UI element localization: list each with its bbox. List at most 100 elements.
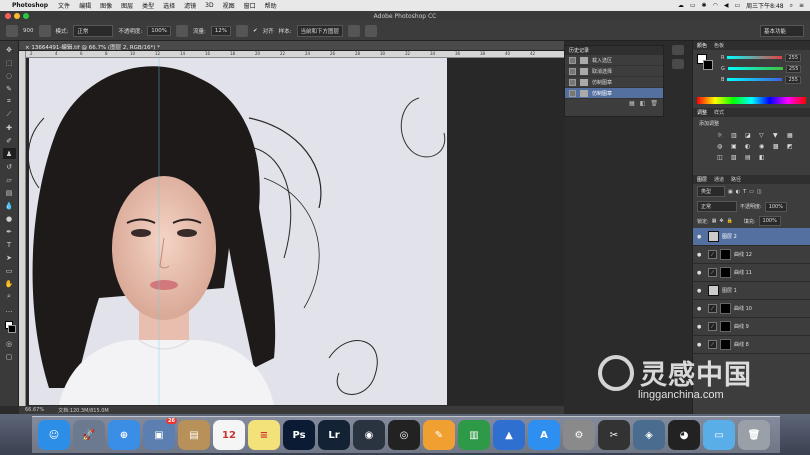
dock-app-stickies[interactable]: ≡	[248, 420, 280, 450]
layer-opacity-field[interactable]: 100%	[764, 201, 787, 212]
menu-view[interactable]: 视图	[223, 1, 235, 10]
canvas-area[interactable]	[26, 58, 564, 405]
filter-type-icon[interactable]: T	[743, 189, 746, 195]
properties-panel-icon[interactable]	[672, 59, 684, 69]
menu-type[interactable]: 类型	[142, 1, 154, 10]
tab-styles[interactable]: 样式	[714, 109, 724, 116]
adjustment-icon[interactable]: ☼	[717, 132, 727, 139]
history-item[interactable]: 载入选区	[565, 55, 663, 66]
lock-all-icon[interactable]: 🔒	[727, 218, 733, 224]
layer-row[interactable]: ● ⟋ 曲线 9	[693, 318, 810, 336]
snapshot-icon[interactable]: ◧	[640, 100, 646, 107]
delete-state-icon[interactable]: 🗑	[650, 100, 658, 107]
adjustment-icon[interactable]: ▽	[759, 132, 769, 139]
dock-app-camera-app[interactable]: ◉	[353, 420, 385, 450]
search-icon[interactable]: ⌕	[790, 2, 793, 10]
fill-field[interactable]: 100%	[758, 216, 781, 226]
history-panel-icon[interactable]	[672, 45, 684, 55]
list-icon[interactable]: ≡	[799, 2, 804, 9]
dock-app-calendar[interactable]: 12	[213, 420, 245, 450]
aligned-checkbox[interactable]: ✔	[253, 28, 258, 34]
dock-app-aperture[interactable]: ◎	[388, 420, 420, 450]
document-tab[interactable]: × 13664491-编辑.tif @ 66.7% (图层 2, RGB/16*…	[19, 41, 564, 51]
menu-filter[interactable]: 滤镜	[184, 1, 196, 10]
layer-thumbnail[interactable]	[708, 231, 719, 242]
history-item[interactable]: 仿制图章	[565, 88, 663, 99]
adjustment-icon[interactable]: ▼	[773, 132, 783, 139]
flow-field[interactable]: 12%	[210, 25, 232, 36]
clone-stamp-tool-icon[interactable]	[6, 24, 18, 37]
visibility-eye-icon[interactable]: ●	[697, 288, 705, 294]
dock-app-notes-book[interactable]: ▤	[178, 420, 210, 450]
wifi-icon[interactable]: ◠	[713, 2, 718, 9]
layer-name[interactable]: 曲线 9	[734, 323, 749, 330]
menu-image[interactable]: 图像	[100, 1, 112, 10]
dock-app-downloads-folder[interactable]: ▭	[703, 420, 735, 450]
menubar-clock[interactable]: 周三下午8:48	[746, 1, 783, 10]
adjustment-icon[interactable]: ◩	[787, 143, 797, 150]
visibility-eye-icon[interactable]: ●	[697, 306, 705, 312]
layer-name[interactable]: 曲线 8	[734, 341, 749, 348]
adjustment-icon[interactable]: ▨	[731, 154, 741, 161]
channel-slider[interactable]	[727, 67, 783, 70]
dock-app-trash[interactable]: 🗑	[738, 420, 770, 450]
eraser-tool-icon[interactable]: ▱	[3, 174, 16, 185]
ignore-adjustment-icon[interactable]	[348, 24, 361, 37]
layer-row[interactable]: ● 图层 2	[693, 228, 810, 246]
more-tools-icon[interactable]: …	[3, 304, 16, 315]
dock-app-photoshop[interactable]: Ps	[283, 420, 315, 450]
layer-thumbnail[interactable]	[708, 285, 719, 296]
filter-pixel-icon[interactable]: ▣	[728, 189, 733, 195]
dock-app-numbers[interactable]: ▥	[458, 420, 490, 450]
visibility-eye-icon[interactable]: ●	[697, 270, 705, 276]
marquee-tool-icon[interactable]: ⬚	[3, 57, 16, 68]
tab-color[interactable]: 颜色	[697, 42, 707, 49]
layer-mask-thumbnail[interactable]	[720, 303, 731, 314]
dock-app-lightroom[interactable]: Lr	[318, 420, 350, 450]
layer-kind-select[interactable]: 类型	[697, 186, 725, 197]
display-icon[interactable]: ▭	[690, 2, 696, 9]
adjustment-icon[interactable]: ▩	[773, 143, 783, 150]
dock-app-photos[interactable]: ▣ 26	[143, 418, 177, 450]
dock-app-launchpad[interactable]: 🚀	[73, 420, 105, 450]
adjustment-icon[interactable]: ▥	[731, 132, 741, 139]
mode-select[interactable]: 正常	[73, 24, 114, 37]
adjustment-icon[interactable]: ▤	[745, 154, 755, 161]
airbrush-icon[interactable]	[236, 24, 249, 37]
horizontal-ruler[interactable]: 2 4 6 8 10 12 14 16 18 20 22 24 26 28 30 32 34 36 38 40 42	[26, 51, 564, 58]
layer-mask-thumbnail[interactable]	[720, 249, 731, 260]
zoom-level[interactable]: 66.67%	[25, 407, 44, 413]
tab-paths[interactable]: 路径	[731, 176, 741, 183]
tab-swatches[interactable]: 色板	[714, 42, 724, 49]
quick-mask-icon[interactable]: ◎	[3, 338, 16, 349]
channel-value[interactable]: 255	[785, 64, 802, 73]
layer-mask-thumbnail[interactable]	[720, 321, 731, 332]
layer-row[interactable]: ● ⟋ 曲线 10	[693, 300, 810, 318]
quick-select-tool-icon[interactable]: ✎	[3, 83, 16, 94]
cloud-icon[interactable]: ☁	[678, 2, 684, 9]
channel-slider[interactable]	[727, 56, 783, 59]
filter-smart-icon[interactable]: ◫	[757, 189, 762, 195]
layer-mask-thumbnail[interactable]	[720, 339, 731, 350]
history-source-checkbox[interactable]	[569, 56, 576, 64]
visibility-eye-icon[interactable]: ●	[697, 342, 705, 348]
dock-app-system-preferences[interactable]: ⚙	[563, 420, 595, 450]
vertical-ruler[interactable]	[19, 51, 26, 406]
layer-name[interactable]: 曲线 12	[734, 251, 752, 258]
zoom-tool-icon[interactable]: ⌕	[3, 291, 16, 302]
clone-stamp-tool-icon[interactable]: ♟	[2, 148, 16, 159]
path-select-tool-icon[interactable]: ➤	[3, 252, 16, 263]
battery-icon[interactable]: ▭	[734, 2, 740, 9]
layer-name[interactable]: 图层 1	[722, 287, 737, 294]
blend-mode-select[interactable]: 正常	[697, 201, 737, 212]
adjustment-icon[interactable]: ▣	[731, 143, 741, 150]
volume-icon[interactable]: ◀	[724, 2, 729, 9]
history-item[interactable]: 取消选择	[565, 66, 663, 77]
menu-select[interactable]: 选择	[163, 1, 175, 10]
screen-mode-icon[interactable]: ▢	[3, 351, 16, 362]
menu-window[interactable]: 窗口	[244, 1, 256, 10]
crop-tool-icon[interactable]: ⌗	[3, 96, 16, 107]
channel-slider[interactable]	[727, 78, 783, 81]
history-brush-tool-icon[interactable]: ↺	[3, 161, 16, 172]
bluetooth-icon[interactable]: ✱	[702, 2, 707, 9]
